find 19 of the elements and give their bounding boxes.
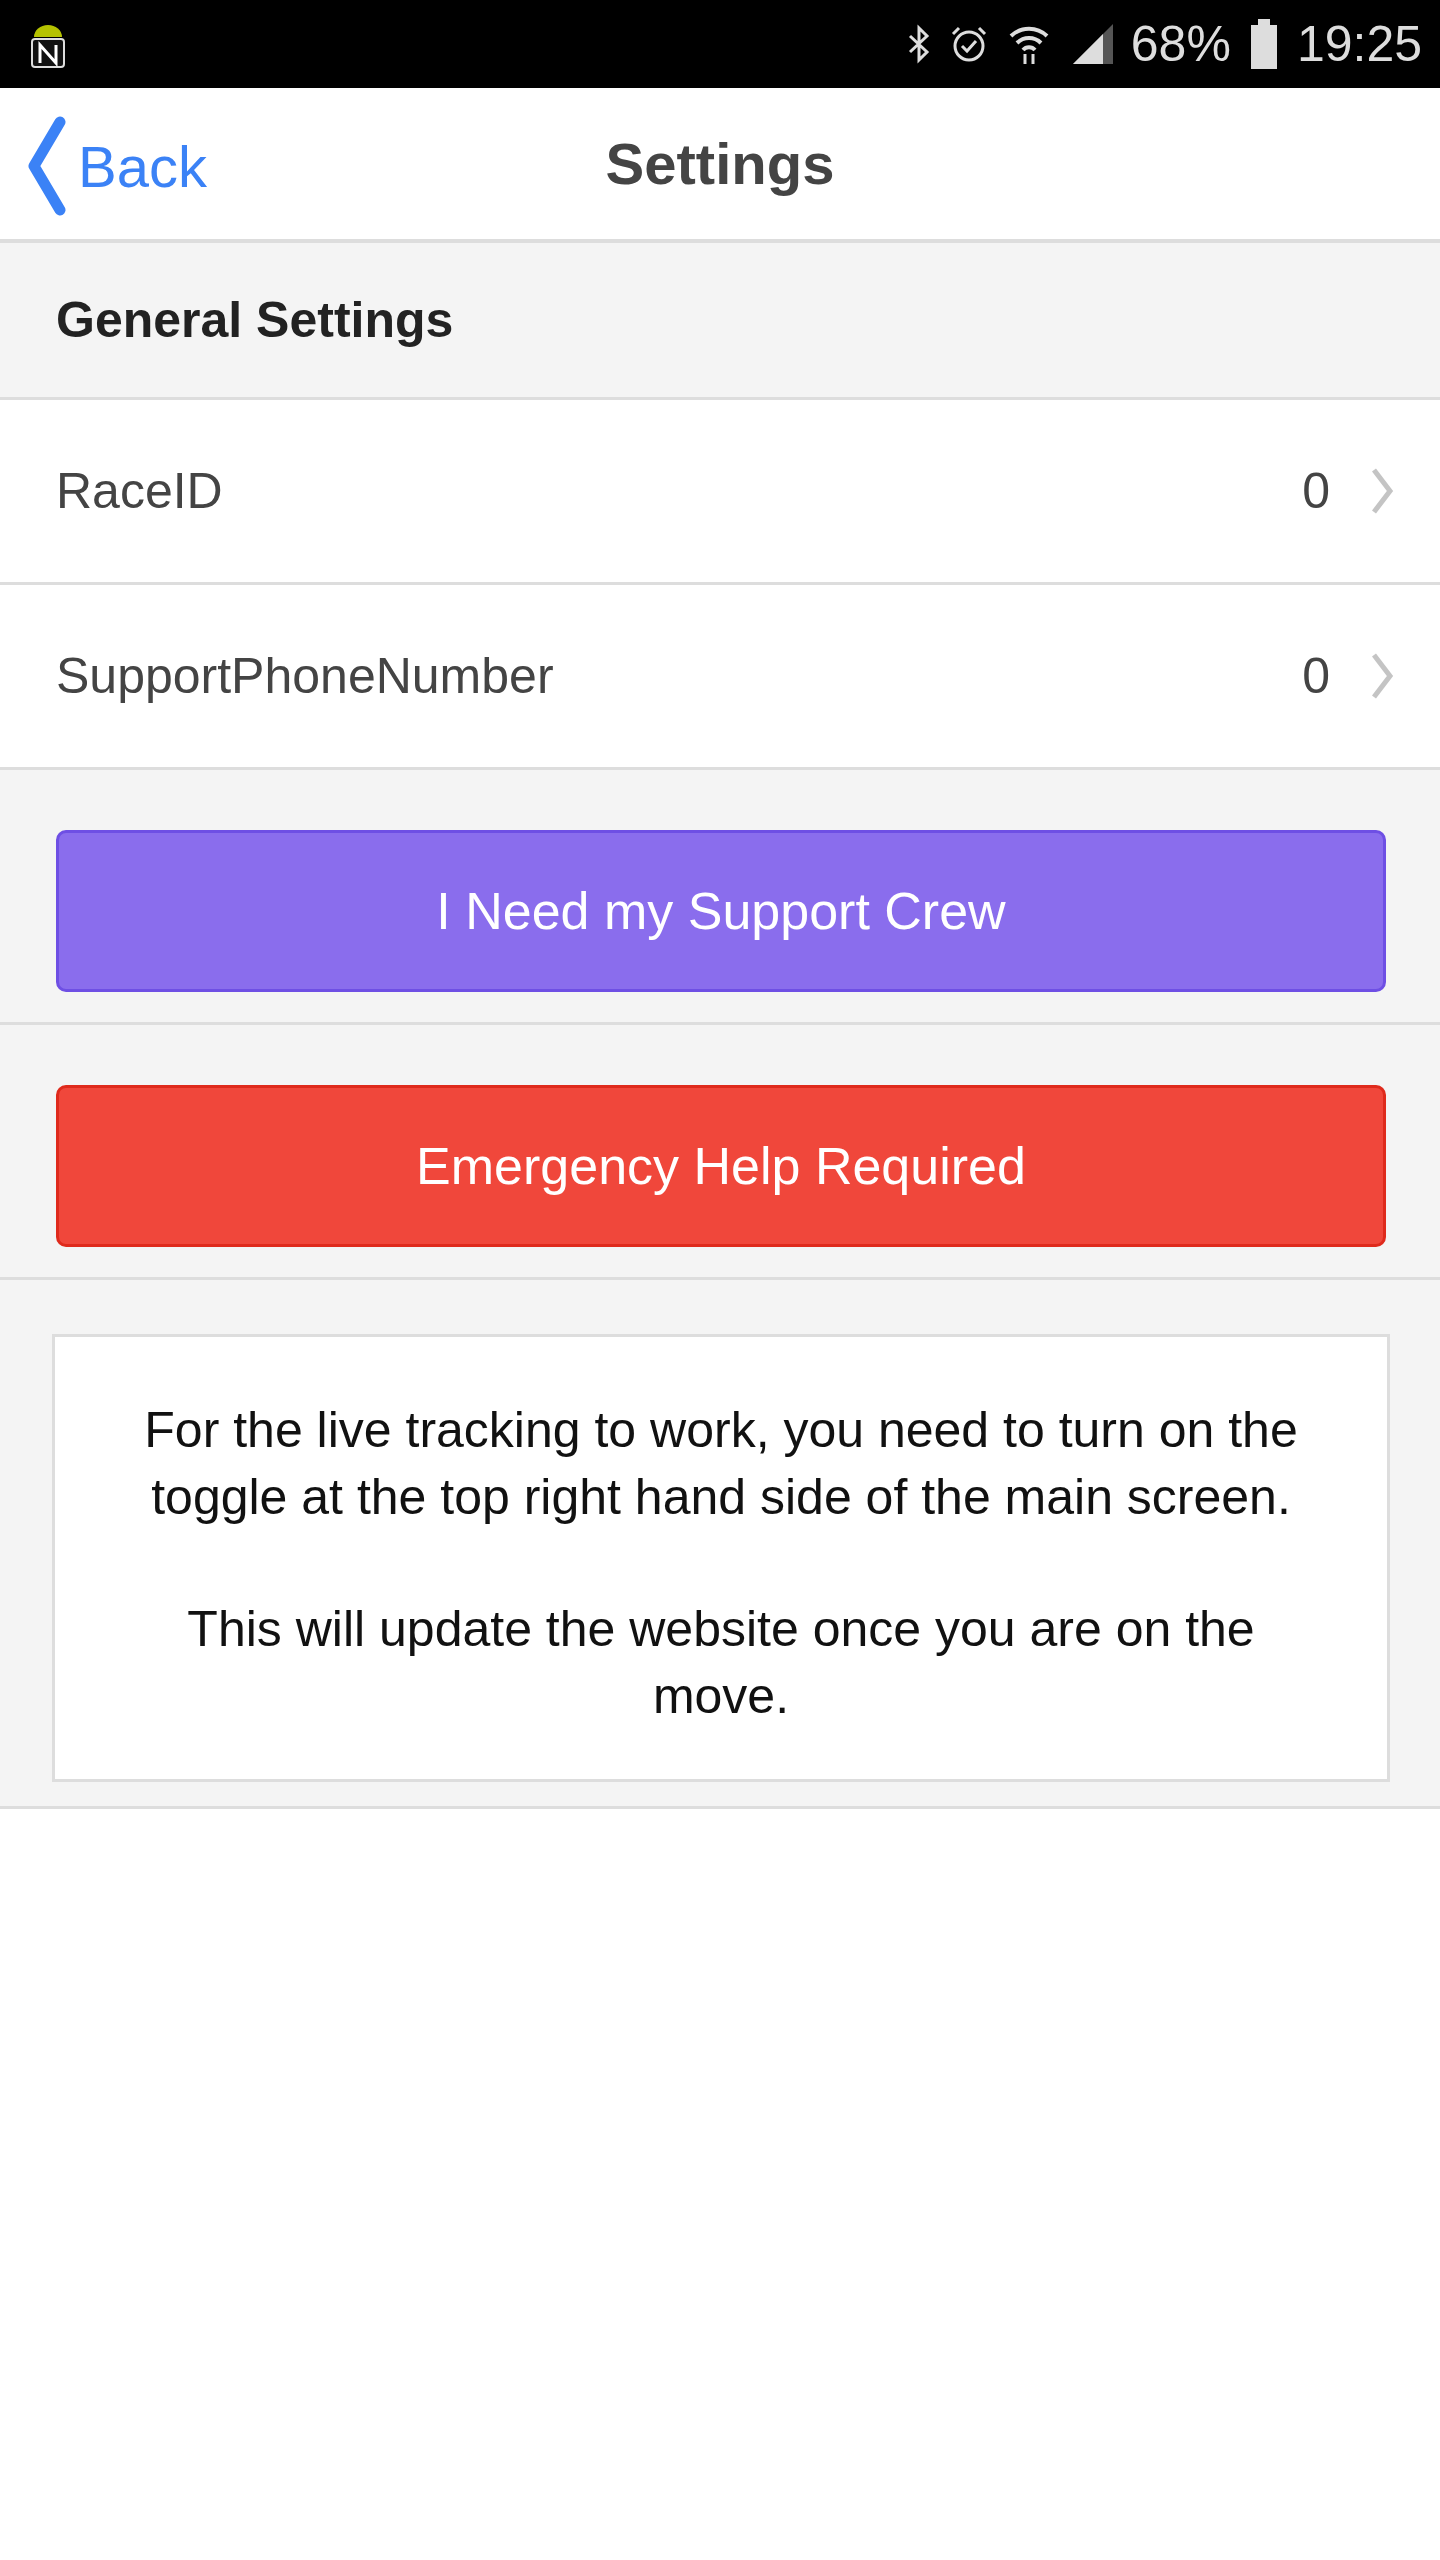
info-text: This will update the website once you are on the move. bbox=[186, 1600, 1256, 1726]
back-button[interactable]: Back bbox=[26, 116, 207, 216]
chevron-right-icon bbox=[1370, 651, 1394, 701]
info-text: For the live tracking to work, you need to turn on the toggle at the top right hand side of the main screen. bbox=[143, 1401, 1299, 1527]
section-title: General Settings bbox=[56, 291, 454, 349]
row-value: 0 bbox=[1302, 647, 1330, 705]
battery-percent: 68% bbox=[1130, 15, 1231, 73]
action-button[interactable]: Emergency Help Required bbox=[56, 1085, 1386, 1247]
status-time: 19:25 bbox=[1296, 15, 1422, 73]
action-button[interactable]: I Need my Support Crew bbox=[56, 830, 1386, 992]
chevron-right-icon bbox=[1370, 466, 1394, 516]
chevron-left-icon bbox=[26, 116, 66, 216]
bluetooth-icon bbox=[906, 24, 931, 64]
row-label: RaceID bbox=[56, 462, 224, 520]
row-value: 0 bbox=[1302, 462, 1330, 520]
screen-title: Settings bbox=[605, 130, 835, 197]
battery-icon bbox=[1248, 19, 1279, 69]
row-label: SupportPhoneNumber bbox=[56, 647, 555, 705]
settings-row[interactable]: RaceID 0 bbox=[0, 400, 1440, 585]
